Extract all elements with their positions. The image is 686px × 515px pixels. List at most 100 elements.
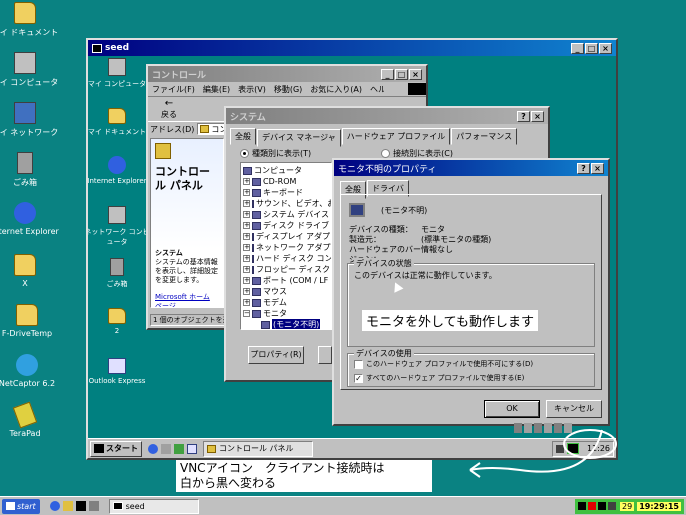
desktop-icon-terapad[interactable]: TeraPad — [0, 401, 60, 438]
device-header: (モニタ不明) — [349, 203, 427, 217]
tree-item[interactable]: + ハード ディスク コン — [243, 253, 331, 264]
maximize-button[interactable]: □ — [585, 42, 598, 54]
tray-icon[interactable] — [524, 423, 532, 433]
tree-item-selected[interactable]: (モニタ不明) — [243, 319, 329, 329]
close-button[interactable]: × — [409, 68, 422, 80]
tree-item[interactable]: + ネットワーク アダプ — [243, 242, 331, 253]
checkbox-all-profiles[interactable]: ✓ すべてのハードウェア プロファイルで使用する(E) — [354, 373, 524, 383]
remote-icon-my-computer[interactable]: マイ コンピュータ — [88, 58, 152, 89]
menu-go[interactable]: 移動(G) — [274, 84, 302, 95]
windows-logo-icon — [6, 502, 15, 510]
cancel-button[interactable]: キャンセル — [546, 400, 602, 418]
tray-icon[interactable] — [578, 502, 587, 510]
tree-item[interactable]: + モデム — [243, 297, 329, 308]
ie-quick-icon[interactable] — [148, 443, 158, 454]
system-description: システムの基本情報を表示し、詳細設定を変更します。 — [155, 258, 218, 284]
tab-device-manager[interactable]: デバイス マネージャ — [257, 129, 341, 147]
help-button[interactable]: ? — [517, 110, 530, 122]
desktop-icon-internet-explorer[interactable]: Internet Explorer — [0, 202, 60, 236]
device-tree[interactable]: コンピュータ + CD-ROM + キーボード + サウンド、ビデオ、お + システム … — [240, 162, 332, 330]
desktop-icon-fdrivetemp[interactable]: F-DriveTemp — [0, 304, 62, 338]
monitor-properties-title: モニタ不明のプロパティ — [338, 164, 437, 175]
remote-icon-my-documents[interactable]: マイ ドキュメント — [88, 108, 152, 137]
remote-icon-network[interactable]: ネットワーク コンピュータ — [88, 206, 152, 247]
vnc-tray-icon[interactable] — [566, 443, 579, 454]
display-adapter-icon — [252, 232, 254, 241]
address-label: アドレス(D) — [150, 124, 195, 134]
desktop-icon-my-documents[interactable]: マイ ドキュメント — [0, 2, 60, 38]
control-panel-small-icon — [207, 444, 216, 453]
tray-icon[interactable] — [514, 423, 522, 433]
tray-icon[interactable] — [588, 502, 597, 510]
help-button[interactable]: ? — [577, 162, 590, 174]
folder-icon — [14, 254, 36, 276]
refresh-button[interactable] — [318, 346, 332, 364]
desktop-quick-icon[interactable] — [161, 443, 171, 454]
tree-item[interactable]: コンピュータ — [243, 165, 329, 176]
tray-icon[interactable] — [554, 423, 562, 433]
channel-quick-icon[interactable] — [174, 443, 184, 454]
outer-start-button[interactable]: start — [2, 498, 40, 514]
menu-help[interactable]: ヘルプ(H) — [370, 84, 384, 95]
outer-task-seed[interactable]: seed — [108, 498, 199, 514]
menu-file[interactable]: ファイル(F) — [152, 84, 195, 95]
ie-quick-icon[interactable] — [49, 501, 60, 511]
maximize-button[interactable]: □ — [395, 68, 408, 80]
desktop-quick-icon[interactable] — [62, 501, 73, 511]
back-button[interactable]: ← 戻る — [154, 99, 184, 120]
tab-hardware-profiles[interactable]: ハードウェア プロファイル — [341, 128, 451, 145]
tree-item[interactable]: + CD-ROM — [243, 176, 329, 187]
remote-start-button[interactable]: スタート — [90, 440, 142, 457]
vnc-viewer-window: seed _ □ × マイ コンピュータ マイ ドキュメント Internet Ex… — [86, 38, 618, 460]
remote-icon-outlook-express[interactable]: Outlook Express — [88, 358, 152, 385]
minimize-button[interactable]: _ — [571, 42, 584, 54]
mail-quick-icon[interactable] — [75, 501, 86, 511]
folder-icon — [14, 2, 36, 24]
close-button[interactable]: × — [599, 42, 612, 54]
desktop-icon-recycle-bin[interactable]: ごみ箱 — [0, 152, 60, 188]
port-icon — [252, 276, 261, 285]
desktop-icon-my-network[interactable]: マイ ネットワーク — [0, 102, 60, 138]
tree-item[interactable]: + システム デバイス — [243, 209, 329, 220]
system-info: システム システムの基本情報を表示し、詳細設定を変更します。 Microsoft… — [151, 249, 223, 307]
properties-button[interactable]: プロパティ(R) — [248, 346, 304, 364]
control-panel-small-icon — [200, 125, 210, 133]
tree-item[interactable]: + キーボード — [243, 187, 329, 198]
menu-view[interactable]: 表示(V) — [238, 84, 266, 95]
desktop-icon-x[interactable]: X — [0, 254, 60, 288]
minimize-button[interactable]: _ — [381, 68, 394, 80]
tree-item[interactable]: + マウス — [243, 286, 329, 297]
remote-icon-internet-explorer[interactable]: Internet Explorer — [88, 156, 152, 185]
vnc-remote-desktop[interactable]: マイ コンピュータ マイ ドキュメント Internet Explorer ネッ… — [88, 56, 616, 458]
tree-item[interactable]: − モニタ — [243, 308, 329, 319]
desktop-icon-netcaptor[interactable]: NetCaptor 6.2 — [0, 354, 62, 388]
tree-item[interactable]: +フロッピー ディスク コ — [243, 264, 331, 275]
remote-icon-recycle-bin[interactable]: ごみ箱 — [88, 258, 152, 289]
close-button[interactable]: × — [531, 110, 544, 122]
media-quick-icon[interactable] — [88, 501, 99, 511]
tree-item[interactable]: + サウンド、ビデオ、お — [243, 198, 331, 209]
tab-performance[interactable]: パフォーマンス — [451, 128, 518, 145]
tray-icon[interactable] — [608, 502, 617, 510]
menu-edit[interactable]: 編集(E) — [203, 84, 230, 95]
menu-favorites[interactable]: お気に入り(A) — [310, 84, 362, 95]
remote-task-control-panel[interactable]: コントロール パネル — [203, 440, 313, 457]
tree-item[interactable]: + ポート (COM / LF — [243, 275, 329, 286]
tray-icon[interactable] — [544, 423, 552, 433]
outlook-quick-icon[interactable] — [187, 443, 197, 454]
remote-icon-folder-2[interactable]: 2 — [88, 308, 152, 335]
ok-button[interactable]: OK — [484, 400, 540, 418]
radio-by-connection-indicator — [381, 149, 391, 158]
close-button[interactable]: × — [591, 162, 604, 174]
desktop-icon-my-computer[interactable]: マイ コンピュータ — [0, 52, 60, 88]
tray-icon[interactable] — [564, 423, 572, 433]
tree-item[interactable]: + ディスプレイ アダプ — [243, 231, 330, 242]
tab-general[interactable]: 全般 — [230, 128, 256, 145]
tray-icon[interactable] — [598, 502, 607, 510]
tree-item[interactable]: + ディスク ドライブ — [243, 220, 329, 231]
microsoft-home-link[interactable]: Microsoft ホーム ページ — [155, 293, 219, 307]
tray-icon[interactable] — [534, 423, 542, 433]
volume-icon[interactable] — [555, 444, 564, 453]
radio-by-type[interactable]: 種類別に表示(T) — [240, 148, 311, 159]
checkbox-disable-profile[interactable]: このハードウェア プロファイルで使用不可にする(D) — [354, 359, 533, 369]
